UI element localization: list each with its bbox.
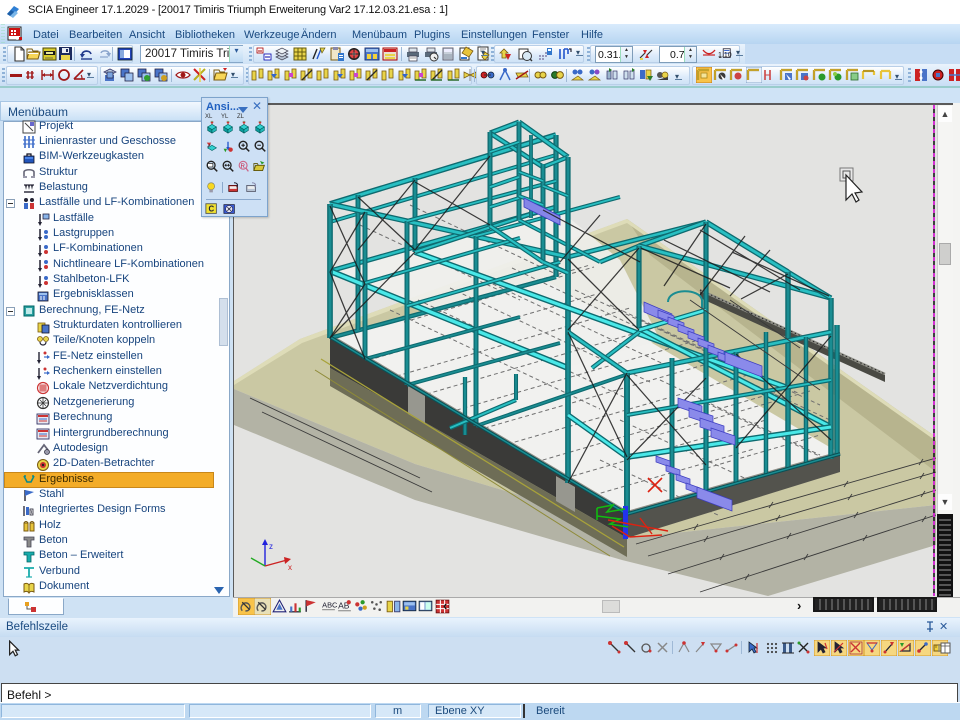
svg-text:ABC: ABC	[322, 601, 337, 610]
svg-text:C: C	[209, 205, 215, 214]
svg-text:R: R	[241, 163, 246, 170]
svg-text:z: z	[269, 542, 273, 551]
svg-text:x: x	[288, 563, 292, 572]
